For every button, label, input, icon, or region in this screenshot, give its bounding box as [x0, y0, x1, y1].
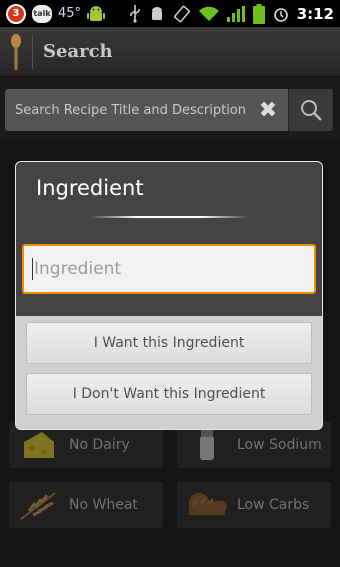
- ingredient-input[interactable]: Ingredient: [22, 244, 316, 294]
- ingredient-dialog: Ingredient Ingredient I Want this Ingred…: [15, 161, 323, 430]
- dialog-title-divider: [90, 216, 248, 218]
- search-button[interactable]: [288, 89, 333, 131]
- signal-icon: [226, 5, 245, 22]
- want-ingredient-button[interactable]: I Want this Ingredient: [26, 322, 312, 364]
- close-icon[interactable]: ✖: [248, 89, 288, 131]
- wifi-icon: [198, 6, 219, 22]
- notification-count: 3: [12, 8, 20, 19]
- wooden-spoon-icon[interactable]: [0, 33, 32, 70]
- alarm-icon: [273, 6, 289, 22]
- rotate-icon: [173, 5, 191, 23]
- talk-icon: talk: [32, 4, 52, 23]
- app-bar: Search: [0, 27, 340, 77]
- dialog-header: Ingredient: [16, 162, 322, 238]
- search-input[interactable]: Search Recipe Title and Description: [5, 89, 248, 131]
- notification-badge-icon[interactable]: 3: [6, 3, 26, 24]
- status-bar: 3 talk 45° 3:12: [0, 0, 340, 27]
- search-bar: Search Recipe Title and Description ✖: [5, 89, 333, 131]
- page-title: Search: [43, 41, 113, 62]
- dialog-body: Ingredient: [16, 238, 322, 316]
- clock-time: 3:12: [296, 4, 334, 23]
- text-cursor: [32, 258, 33, 280]
- dialog-actions: I Want this Ingredient I Don't Want this…: [16, 316, 322, 429]
- android-icon: [87, 4, 106, 24]
- battery-icon: [252, 3, 265, 24]
- temperature-text: 45°: [58, 6, 82, 21]
- android-debug-icon: [149, 6, 165, 22]
- app-bar-divider: [32, 34, 33, 69]
- ingredient-placeholder: Ingredient: [34, 259, 122, 279]
- talk-label: talk: [33, 9, 51, 18]
- dialog-title: Ingredient: [36, 176, 144, 200]
- magnifier-icon: [301, 100, 322, 121]
- dont-want-ingredient-button[interactable]: I Don't Want this Ingredient: [26, 373, 312, 415]
- usb-icon: [129, 4, 141, 23]
